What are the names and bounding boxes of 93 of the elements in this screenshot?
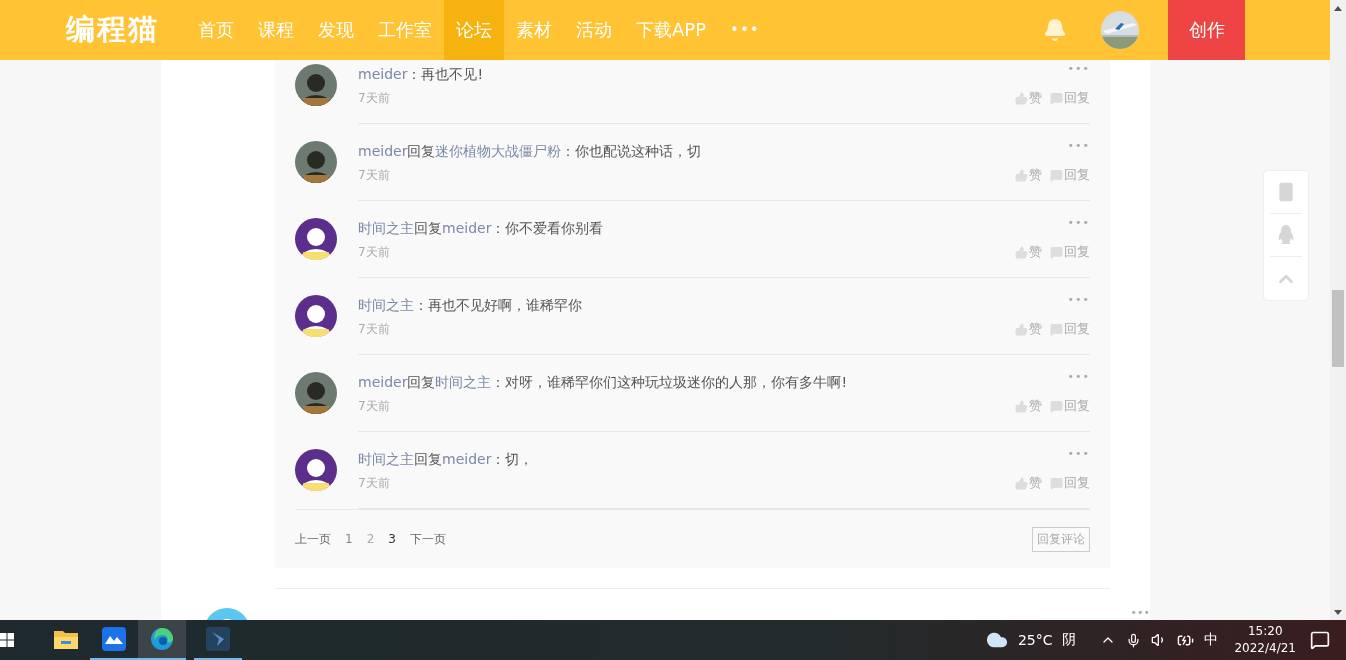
user-link[interactable]: meider — [358, 66, 408, 82]
user-link[interactable]: meider — [442, 451, 492, 467]
nav-tab[interactable]: 首页 — [186, 0, 246, 60]
windows-icon — [0, 633, 14, 647]
reply-text: meider回复迷你植物大战僵尸粉：你也配说这种话，切 — [358, 142, 702, 160]
reply-button[interactable]: 回复 — [1050, 397, 1090, 415]
browser-icon — [150, 627, 174, 651]
mountain-app-icon — [102, 627, 126, 651]
like-button[interactable]: 赞 — [1015, 397, 1042, 415]
reply-text: meider：再也不见! — [358, 65, 484, 83]
nav-tab[interactable]: 活动 — [564, 0, 624, 60]
temperature[interactable]: 25°C — [1017, 632, 1053, 648]
more-menu[interactable]: ••• — [718, 21, 772, 39]
user-link[interactable]: 时间之主 — [435, 374, 492, 390]
timestamp: 7天前 — [358, 397, 390, 415]
reply-text: 时间之主回复meider：你不爱看你别看 — [358, 219, 604, 237]
user-link[interactable]: meider — [358, 143, 408, 159]
thumbs-up-icon — [1015, 322, 1028, 336]
next-page-link[interactable]: 下一页 — [409, 530, 446, 548]
speech-bubble-icon — [1050, 476, 1063, 490]
thumbs-up-icon — [1015, 399, 1028, 413]
reply-comment-button[interactable]: 回复评论 — [1032, 526, 1090, 552]
weather-label[interactable]: 阴 — [1062, 631, 1077, 649]
reply-text: 时间之主回复meider：切， — [358, 450, 534, 468]
more-icon[interactable]: ••• — [1067, 62, 1090, 75]
more-icon[interactable]: ••• — [1067, 447, 1090, 460]
scrollbar[interactable] — [1330, 0, 1346, 620]
like-button[interactable]: 赞 — [1015, 166, 1042, 184]
thumbs-up-icon — [1015, 91, 1028, 105]
timestamp: 7天前 — [358, 166, 390, 184]
avatar[interactable] — [295, 449, 337, 491]
timestamp: 7天前 — [358, 320, 390, 338]
nav-tab[interactable]: 论坛 — [444, 0, 504, 60]
timestamp: 7天前 — [358, 89, 390, 107]
reply-text: meider回复时间之主：对呀，谁稀罕你们这种玩垃圾迷你的人那，你有多牛啊! — [358, 373, 848, 391]
phone-icon — [1276, 182, 1296, 202]
arrow-up-icon[interactable] — [1334, 6, 1342, 11]
create-button[interactable]: 创作 — [1168, 0, 1245, 60]
notification-icon — [1310, 630, 1330, 650]
like-button[interactable]: 赞 — [1015, 320, 1042, 338]
nav-tab[interactable]: 发现 — [306, 0, 366, 60]
nav-tab[interactable]: 工作室 — [366, 0, 444, 60]
thumbs-up-icon — [1015, 245, 1028, 259]
reply-button[interactable]: 回复 — [1050, 320, 1090, 338]
input-method[interactable]: 中 — [1204, 631, 1219, 649]
nav-tab[interactable]: 下载APP — [624, 0, 719, 60]
more-icon[interactable]: ••• — [1067, 216, 1090, 229]
avatar[interactable] — [295, 64, 337, 106]
nav-tab[interactable]: 素材 — [504, 0, 564, 60]
reply-button[interactable]: 回复 — [1050, 474, 1090, 492]
timestamp: 7天前 — [358, 474, 390, 492]
reply-button[interactable]: 回复 — [1050, 89, 1090, 107]
reply-button[interactable]: 回复 — [1050, 243, 1090, 261]
like-button[interactable]: 赞 — [1015, 89, 1042, 107]
avatar[interactable] — [295, 372, 337, 414]
clock[interactable]: 15:20 2022/4/21 — [1234, 623, 1296, 657]
speech-bubble-icon — [1050, 168, 1063, 182]
penguin-icon — [1277, 225, 1295, 245]
user-link[interactable]: meider — [358, 374, 408, 390]
arrow-down-icon[interactable] — [1334, 610, 1342, 615]
more-icon[interactable]: ••• — [1067, 370, 1090, 383]
user-link[interactable]: meider — [442, 220, 492, 236]
speech-bubble-icon — [1050, 91, 1063, 105]
user-link[interactable]: 时间之主 — [358, 451, 414, 467]
more-icon[interactable]: ••• — [1130, 608, 1150, 618]
folder-icon — [54, 629, 78, 649]
speech-bubble-icon — [1050, 399, 1063, 413]
bird-app-icon — [206, 627, 230, 651]
speech-bubble-icon — [1050, 322, 1063, 336]
avatar[interactable] — [295, 295, 337, 337]
page-link[interactable]: 2 — [366, 532, 375, 546]
more-icon[interactable]: ••• — [1067, 139, 1090, 152]
user-link[interactable]: 时间之主 — [358, 297, 414, 313]
reply-text: 时间之主：再也不见好啊，谁稀罕你 — [358, 296, 582, 314]
like-button[interactable]: 赞 — [1015, 243, 1042, 261]
user-link[interactable]: 迷你植物大战僵尸粉 — [435, 143, 562, 159]
microphone-icon[interactable] — [1126, 632, 1142, 648]
nav-tab[interactable]: 课程 — [246, 0, 306, 60]
like-button[interactable]: 赞 — [1015, 474, 1042, 492]
scrollbar-thumb[interactable] — [1332, 290, 1344, 367]
avatar[interactable] — [295, 141, 337, 183]
thumbs-up-icon — [1015, 168, 1028, 182]
avatar[interactable] — [295, 218, 337, 260]
prev-page-link[interactable]: 上一页 — [295, 530, 331, 548]
user-link[interactable]: 时间之主 — [358, 220, 414, 236]
page-link[interactable]: 3 — [388, 532, 396, 546]
timestamp: 7天前 — [358, 243, 390, 261]
more-icon[interactable]: ••• — [1067, 293, 1090, 306]
logo[interactable]: 编程猫 — [66, 10, 159, 50]
thumbs-up-icon — [1015, 476, 1028, 490]
speech-bubble-icon — [1050, 245, 1063, 259]
page-link[interactable]: 1 — [345, 532, 353, 546]
reply-button[interactable]: 回复 — [1050, 166, 1090, 184]
